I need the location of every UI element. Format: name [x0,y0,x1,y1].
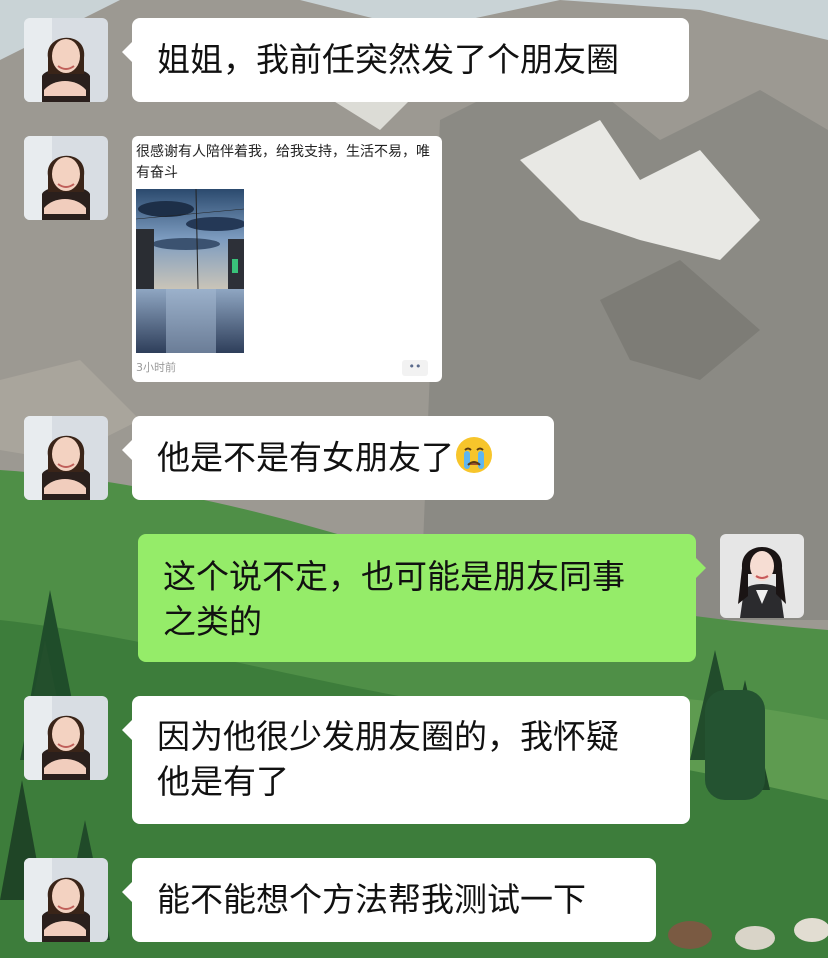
message-bubble-outgoing[interactable]: 这个说不定，也可能是朋友同事 之类的 [138,534,706,662]
more-options-button[interactable]: •• [402,360,428,376]
shared-moment-card[interactable]: 很感谢有人陪伴着我，给我支持，生活不易，唯有奋斗 3小时前 •• [132,136,442,382]
message-text: 之类的 [163,602,262,641]
message-bubble-incoming[interactable]: 能不能想个方法帮我测试一下 [122,858,656,942]
contact-avatar[interactable] [24,136,108,220]
contact-avatar[interactable] [24,696,108,780]
message-text: 因为他很少发朋友圈的，我怀疑 [157,717,619,756]
moment-photo[interactable] [136,189,244,353]
moment-text: 很感谢有人陪伴着我，给我支持，生活不易，唯有奋斗 [136,144,430,181]
message-text: 能不能想个方法帮我测试一下 [157,880,586,919]
message-bubble-incoming[interactable]: 因为他很少发朋友圈的，我怀疑 他是有了 [122,696,690,824]
message-text: 他是不是有女朋友了 [157,435,529,486]
message-bubble-incoming[interactable]: 他是不是有女朋友了 [122,416,554,500]
message-text: 这个说不定，也可能是朋友同事 [163,557,625,596]
contact-avatar[interactable] [24,18,108,102]
my-avatar[interactable] [720,534,804,618]
contact-avatar[interactable] [24,858,108,942]
message-text: 他是有了 [157,762,289,801]
message-bubble-incoming[interactable]: 姐姐，我前任突然发了个朋友圈 [122,18,689,102]
crying-face-emoji [454,435,494,486]
message-text: 姐姐，我前任突然发了个朋友圈 [157,40,619,79]
contact-avatar[interactable] [24,416,108,500]
moment-timestamp: 3小时前 [136,361,176,374]
